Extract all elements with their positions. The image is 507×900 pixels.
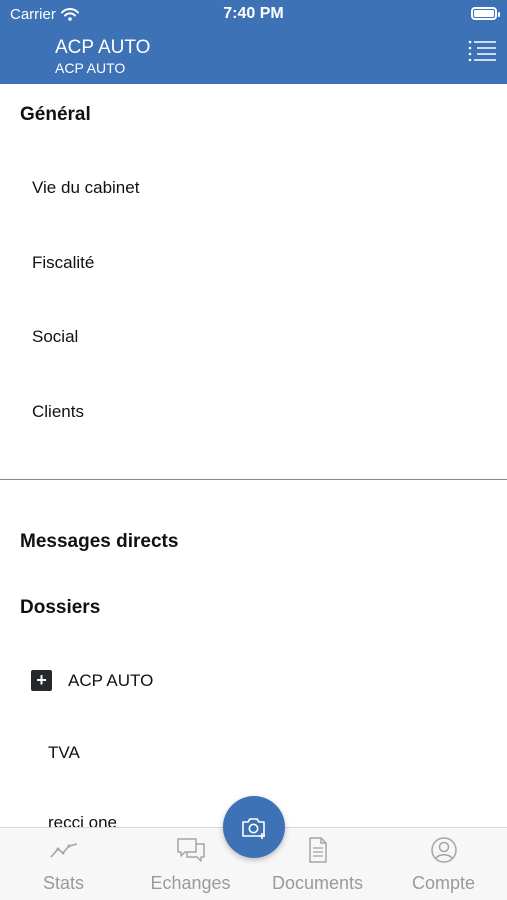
channel-item[interactable]: Social <box>32 327 78 347</box>
tab-label: Stats <box>42 873 85 893</box>
status-time: 7:40 PM <box>223 5 284 22</box>
folder-label: ACP AUTO <box>68 670 154 690</box>
tab-label: Compte <box>411 873 476 893</box>
stats-icon <box>49 843 77 858</box>
section-title-messages[interactable]: Messages directs <box>20 531 178 553</box>
account-icon <box>430 837 457 863</box>
tab-label: Documents <box>271 873 364 893</box>
section-title-general: Général <box>20 104 91 125</box>
folder-item[interactable]: + ACP AUTO <box>31 670 153 691</box>
status-bar: Carrier 7:40 PM <box>0 0 507 28</box>
camera-add-icon <box>242 818 265 839</box>
channel-list: Général Vie du cabinet Fiscalité Social … <box>0 84 507 827</box>
tab-compte[interactable]: Compte <box>380 828 507 900</box>
list-menu-icon[interactable] <box>467 38 497 64</box>
page-title: ACP AUTO <box>55 37 151 58</box>
channel-item[interactable]: Fiscalité <box>32 253 94 273</box>
document-icon <box>308 837 327 863</box>
page-subtitle: ACP AUTO <box>55 60 126 76</box>
channel-item[interactable]: Vie du cabinet <box>32 178 139 198</box>
section-divider <box>0 479 507 480</box>
section-title-dossiers: Dossiers <box>20 597 101 618</box>
folder-subitem[interactable]: TVA <box>48 743 80 763</box>
folder-subitem[interactable]: recci one <box>48 813 117 827</box>
channel-item[interactable]: Clients <box>32 402 84 422</box>
app-header: Carrier 7:40 PM ACP AUTO ACP AUTO <box>0 0 507 84</box>
tab-stats[interactable]: Stats <box>0 828 127 900</box>
plus-icon[interactable]: + <box>31 670 52 691</box>
battery-icon <box>471 7 500 20</box>
chat-icon <box>176 838 205 862</box>
camera-button[interactable] <box>223 796 285 858</box>
tab-label: Echanges <box>150 873 231 893</box>
